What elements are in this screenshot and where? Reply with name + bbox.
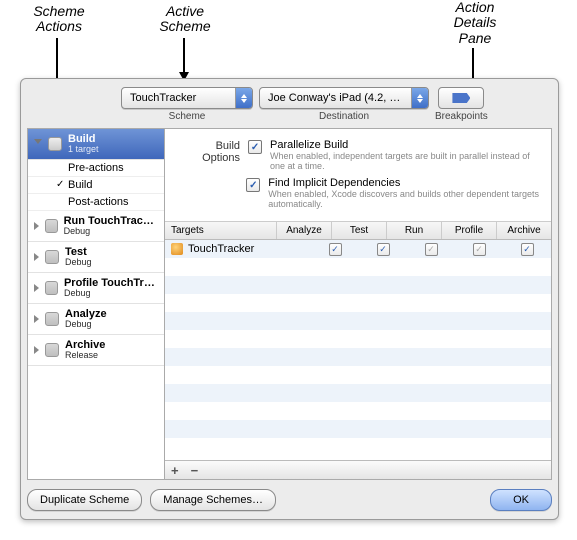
breakpoints-toggle[interactable] [438, 87, 484, 109]
subaction-post[interactable]: Post-actions [28, 194, 164, 211]
duplicate-scheme-button[interactable]: Duplicate Scheme [27, 489, 142, 511]
ok-button[interactable]: OK [490, 489, 552, 511]
scheme-caption: Scheme [169, 111, 206, 122]
breakpoints-caption: Breakpoints [435, 111, 488, 122]
scheme-popup[interactable]: TouchTracker [121, 87, 253, 109]
check-icon: ✓ [56, 179, 64, 190]
action-details-pane: Build Options Parallelize Build When ena… [164, 128, 552, 480]
destination-caption: Destination [319, 111, 369, 122]
col-test[interactable]: Test [332, 222, 387, 239]
disclosure-triangle-icon[interactable] [34, 346, 39, 354]
col-run[interactable]: Run [387, 222, 442, 239]
subaction-pre[interactable]: Pre-actions [28, 160, 164, 177]
profile-icon [45, 281, 58, 295]
action-test[interactable]: TestDebug [28, 242, 164, 273]
col-profile[interactable]: Profile [442, 222, 497, 239]
build-subactions: Pre-actions ✓Build Post-actions [28, 160, 164, 211]
disclosure-triangle-icon[interactable] [34, 315, 39, 323]
implicit-deps-checkbox[interactable] [246, 178, 260, 192]
archive-icon [45, 343, 59, 357]
arrow-active-scheme [183, 38, 185, 80]
scheme-popup-label: TouchTracker [122, 92, 235, 104]
implicit-deps-desc: When enabled, Xcode discovers and builds… [268, 189, 541, 209]
disclosure-triangle-icon[interactable] [34, 222, 39, 230]
manage-schemes-button[interactable]: Manage Schemes… [150, 489, 276, 511]
disclosure-triangle-icon[interactable] [34, 253, 39, 261]
scheme-actions-sidebar: Build1 target Pre-actions ✓Build Post-ac… [27, 128, 164, 480]
run-checkbox[interactable]: ✓ [425, 243, 438, 256]
table-row[interactable]: TouchTracker ✓ ✓ ✓ ✓ ✓ [165, 240, 551, 258]
disclosure-triangle-icon[interactable] [34, 139, 42, 148]
analyze-icon [45, 312, 59, 326]
col-analyze[interactable]: Analyze [277, 222, 332, 239]
analyze-checkbox[interactable]: ✓ [329, 243, 342, 256]
action-archive[interactable]: ArchiveRelease [28, 335, 164, 366]
parallelize-checkbox[interactable] [248, 140, 262, 154]
implicit-deps-title: Find Implicit Dependencies [268, 177, 541, 189]
col-targets[interactable]: Targets [165, 222, 277, 239]
action-analyze[interactable]: AnalyzeDebug [28, 304, 164, 335]
test-icon [45, 250, 59, 264]
action-run[interactable]: Run TouchTracker…Debug [28, 211, 164, 242]
parallelize-desc: When enabled, independent targets are bu… [270, 151, 541, 171]
stepper-icon [411, 88, 428, 108]
scheme-editor-sheet: TouchTracker Scheme Joe Conway's iPad (4… [20, 78, 559, 520]
add-remove-bar: + − [165, 460, 551, 479]
destination-popup[interactable]: Joe Conway's iPad (4.2, over… [259, 87, 429, 109]
app-target-icon [171, 243, 183, 255]
action-build[interactable]: Build1 target [28, 129, 164, 160]
build-icon [48, 137, 62, 151]
destination-popup-label: Joe Conway's iPad (4.2, over… [260, 92, 411, 104]
run-icon [45, 219, 58, 233]
test-checkbox[interactable]: ✓ [377, 243, 390, 256]
remove-button[interactable]: − [191, 463, 199, 478]
add-button[interactable]: + [171, 463, 179, 478]
callout-active-scheme: Active Scheme [150, 4, 220, 35]
target-name: TouchTracker [188, 243, 254, 255]
parallelize-title: Parallelize Build [270, 139, 541, 151]
toolbar: TouchTracker Scheme Joe Conway's iPad (4… [21, 79, 558, 126]
archive-checkbox[interactable]: ✓ [521, 243, 534, 256]
callout-scheme-actions: Scheme Actions [24, 4, 94, 35]
profile-checkbox[interactable]: ✓ [473, 243, 486, 256]
action-profile[interactable]: Profile TouchTrac…Debug [28, 273, 164, 304]
breakpoint-icon [452, 93, 470, 103]
targets-table-body: TouchTracker ✓ ✓ ✓ ✓ ✓ [165, 240, 551, 460]
subaction-build[interactable]: ✓Build [28, 177, 164, 194]
disclosure-triangle-icon[interactable] [34, 284, 39, 292]
stepper-icon [235, 88, 252, 108]
targets-table-header: Targets Analyze Test Run Profile Archive [165, 221, 551, 240]
callout-action-details: Action Details Pane [440, 0, 510, 46]
col-archive[interactable]: Archive [497, 222, 551, 239]
build-options-label: Build Options [175, 139, 240, 164]
